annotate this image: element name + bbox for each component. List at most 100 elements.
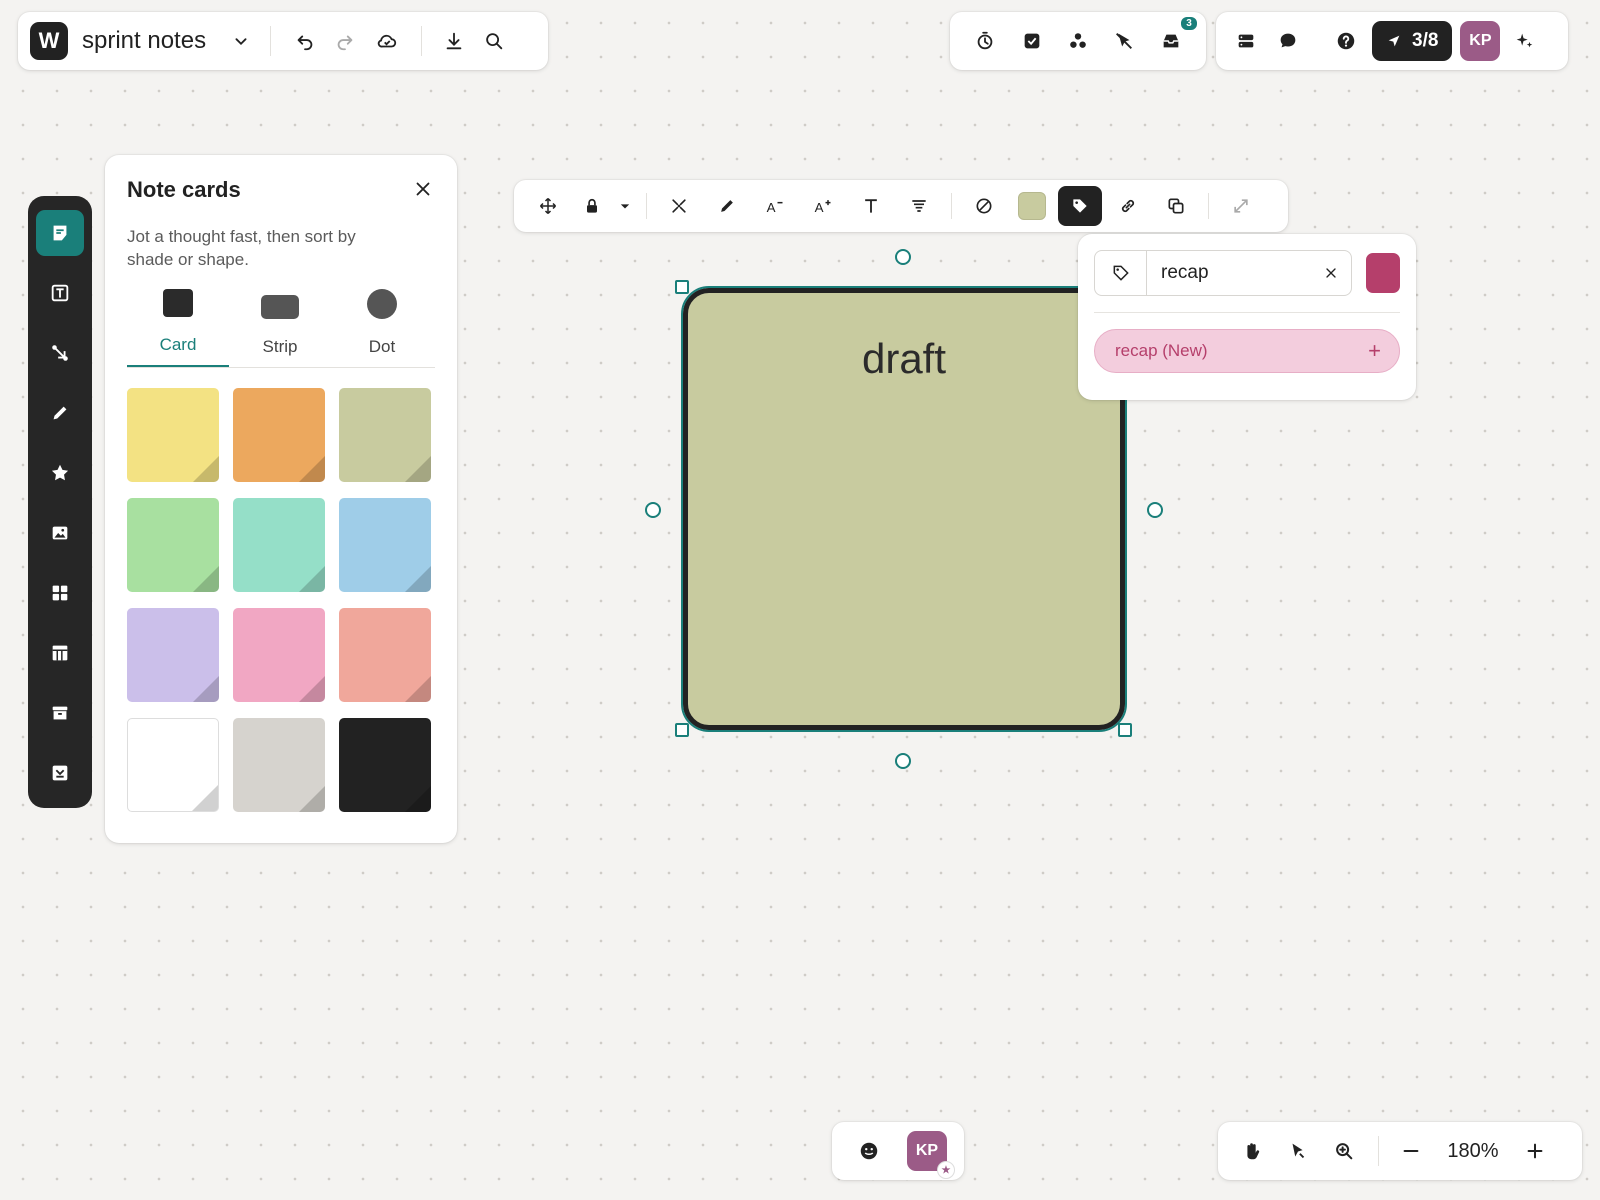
emoji-icon[interactable] xyxy=(849,1131,889,1171)
font-decrease-icon[interactable]: A xyxy=(753,186,797,226)
close-icon[interactable] xyxy=(411,177,435,201)
connect-handle-left[interactable] xyxy=(645,502,661,518)
text-box-icon xyxy=(51,284,69,302)
rail-templates[interactable] xyxy=(36,570,84,616)
color-swatch[interactable] xyxy=(233,498,325,592)
download-icon[interactable] xyxy=(434,21,474,61)
rail-archive[interactable] xyxy=(36,690,84,736)
tag-icon[interactable] xyxy=(1058,186,1102,226)
color-swatch[interactable] xyxy=(339,388,431,482)
plus-icon xyxy=(1527,1143,1543,1159)
tag-outline-icon xyxy=(1095,251,1147,295)
panel-title: Note cards xyxy=(127,177,241,202)
presenter-avatar[interactable]: KP ★ xyxy=(907,1131,955,1179)
caret-down-icon[interactable] xyxy=(614,186,636,226)
create-tag-button[interactable]: recap (New) + xyxy=(1094,329,1400,373)
color-swatch[interactable] xyxy=(127,498,219,592)
checkbox-icon[interactable] xyxy=(1012,21,1052,61)
sticky-note[interactable]: draft xyxy=(681,286,1127,732)
rail-connector[interactable] xyxy=(36,330,84,376)
color-swatch[interactable] xyxy=(233,608,325,702)
tab-card[interactable]: Card xyxy=(127,289,229,367)
no-border-icon[interactable] xyxy=(962,186,1006,226)
undo-icon[interactable] xyxy=(285,21,325,61)
tag-color-picker[interactable] xyxy=(1366,253,1400,293)
connect-handle-bottom[interactable] xyxy=(895,753,911,769)
duplicate-icon[interactable] xyxy=(1154,186,1198,226)
connect-handle-top[interactable] xyxy=(895,249,911,265)
link-icon[interactable] xyxy=(1106,186,1150,226)
counter-label: 3/8 xyxy=(1412,30,1439,51)
clear-icon[interactable] xyxy=(1311,265,1351,281)
rail-pen[interactable] xyxy=(36,390,84,436)
star-icon xyxy=(51,464,69,481)
tab-strip[interactable]: Strip xyxy=(229,289,331,367)
move-icon[interactable] xyxy=(526,186,570,226)
layers-icon[interactable] xyxy=(1226,21,1266,61)
pointer-icon[interactable] xyxy=(1278,1131,1318,1171)
resize-handle-bottom-right[interactable] xyxy=(1118,723,1132,737)
strip-shape-icon xyxy=(261,295,299,319)
star-icon: ★ xyxy=(937,1161,955,1179)
cursor-hide-icon[interactable] xyxy=(1104,21,1144,61)
follow-counter-button[interactable]: 3/8 xyxy=(1372,21,1453,61)
board-title[interactable]: sprint notes xyxy=(82,27,206,55)
group-icon[interactable] xyxy=(1058,21,1098,61)
cloud-sync-icon[interactable] xyxy=(365,21,409,61)
resize-handle-top-left[interactable] xyxy=(675,280,689,294)
color-swatch[interactable] xyxy=(127,718,219,812)
tab-dot[interactable]: Dot xyxy=(331,289,433,367)
app-logo[interactable]: W xyxy=(30,22,68,60)
align-icon[interactable] xyxy=(897,186,941,226)
redo-icon[interactable] xyxy=(325,21,365,61)
avatar-initials: KP xyxy=(915,1142,939,1159)
pencil-icon[interactable] xyxy=(705,186,749,226)
resize-handle-bottom-left[interactable] xyxy=(675,723,689,737)
hand-icon[interactable] xyxy=(1232,1131,1272,1171)
color-swatch[interactable] xyxy=(339,718,431,812)
fit-icon[interactable] xyxy=(657,186,701,226)
format-toolbar: A A xyxy=(514,180,1288,232)
color-swatch[interactable] xyxy=(339,498,431,592)
archive-icon xyxy=(52,706,68,720)
text-style-icon[interactable] xyxy=(849,186,893,226)
comment-icon[interactable] xyxy=(1266,21,1310,61)
timer-icon[interactable] xyxy=(965,21,1005,61)
search-icon[interactable] xyxy=(474,21,514,61)
fill-color-button[interactable] xyxy=(1010,186,1054,226)
rail-image[interactable] xyxy=(36,510,84,556)
font-increase-icon[interactable]: A xyxy=(801,186,845,226)
sticky-note-text[interactable]: draft xyxy=(688,335,1120,383)
expand-icon[interactable] xyxy=(1219,186,1263,226)
help-icon[interactable] xyxy=(1326,21,1366,61)
tab-label: Card xyxy=(159,335,197,354)
zoom-controls: 180% xyxy=(1218,1122,1582,1180)
fill-color-swatch xyxy=(1018,192,1046,220)
color-swatch[interactable] xyxy=(339,608,431,702)
lock-icon[interactable] xyxy=(574,186,610,226)
rail-more[interactable] xyxy=(36,750,84,796)
rail-table[interactable] xyxy=(36,630,84,676)
tag-input[interactable]: recap xyxy=(1094,250,1352,296)
color-swatch[interactable] xyxy=(127,608,219,702)
card-shape-icon xyxy=(163,289,193,317)
color-swatch[interactable] xyxy=(233,718,325,812)
color-swatch[interactable] xyxy=(127,388,219,482)
zoom-out-button[interactable] xyxy=(1393,1131,1429,1171)
zoom-icon[interactable] xyxy=(1324,1131,1364,1171)
navigate-icon xyxy=(1388,35,1400,47)
chevron-down-icon[interactable] xyxy=(226,21,256,61)
avatar[interactable]: KP xyxy=(1460,21,1501,61)
sparkle-icon[interactable] xyxy=(1504,21,1544,61)
zoom-in-button[interactable] xyxy=(1517,1131,1553,1171)
color-swatches xyxy=(127,388,435,812)
color-swatch[interactable] xyxy=(233,388,325,482)
zoom-level[interactable]: 180% xyxy=(1435,1140,1511,1163)
inbox-icon[interactable]: 3 xyxy=(1151,15,1199,61)
rail-stamp[interactable] xyxy=(36,450,84,496)
rail-text[interactable] xyxy=(36,270,84,316)
tag-input-value[interactable]: recap xyxy=(1147,262,1311,284)
rail-notes[interactable] xyxy=(36,210,84,256)
note-cards-panel: Note cards Jot a thought fast, then sort… xyxy=(105,155,457,843)
connect-handle-right[interactable] xyxy=(1147,502,1163,518)
